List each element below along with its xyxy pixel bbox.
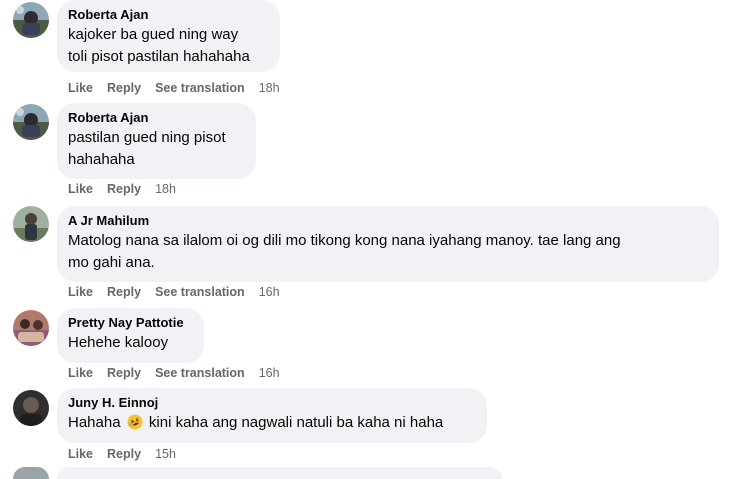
comment-text-line: Hehehe kalooy — [68, 334, 169, 351]
comment-actions: Like Reply See translation 18h — [68, 80, 280, 96]
comment-text-line: toli pisot pastilan hahahaha — [68, 48, 250, 65]
comment-text-after-emoji: kini kaha ang nagwali natuli ba kaha ni … — [148, 414, 444, 431]
comment-actions: Like Reply 18h — [68, 181, 176, 197]
comment-author-name[interactable]: A Jr Mahilum — [68, 213, 707, 229]
reply-button[interactable]: Reply — [107, 182, 141, 196]
profile-photo-avatar[interactable] — [13, 2, 49, 38]
comment-author-name[interactable]: Juny H. Einnoj — [68, 395, 475, 411]
comment-text-line: Matolog nana sa ilalom oi og dili mo tik… — [68, 232, 621, 249]
like-button[interactable]: Like — [68, 447, 93, 461]
like-button[interactable]: Like — [68, 366, 93, 380]
comment-text: Matolog nana sa ilalom oi og dili mo tik… — [68, 230, 707, 274]
like-button[interactable]: Like — [68, 182, 93, 196]
comment-text-line: hahahaha — [68, 151, 135, 168]
comment-bubble: Pretty Nay Pattotie Hehehe kalooy — [57, 308, 204, 363]
see-translation-button[interactable]: See translation — [155, 285, 245, 299]
see-translation-button[interactable]: See translation — [155, 81, 245, 95]
next-comment-avatar-peek — [13, 467, 49, 479]
next-comment-bubble-peek — [57, 467, 502, 479]
see-translation-button[interactable]: See translation — [155, 366, 245, 380]
comment-timestamp[interactable]: 18h — [155, 182, 176, 196]
reply-button[interactable]: Reply — [107, 366, 141, 380]
reply-button[interactable]: Reply — [107, 81, 141, 95]
rolling-on-floor-laughing-emoji-icon — [127, 414, 143, 430]
profile-photo-avatar[interactable] — [13, 104, 49, 140]
profile-photo-avatar[interactable] — [13, 310, 49, 346]
like-button[interactable]: Like — [68, 81, 93, 95]
comment-text: kajoker ba gued ning way toli pisot past… — [68, 24, 268, 68]
comment-timestamp[interactable]: 16h — [259, 366, 280, 380]
like-button[interactable]: Like — [68, 285, 93, 299]
comment-bubble: Roberta Ajan kajoker ba gued ning way to… — [57, 0, 280, 72]
comment-text-line: pastilan gued ning pisot — [68, 129, 226, 146]
comment-text-line: kajoker ba gued ning way — [68, 26, 239, 43]
comment-actions: Like Reply See translation 16h — [68, 284, 280, 300]
comment-bubble: Juny H. Einnoj Hahaha kini kaha ang nagw… — [57, 388, 487, 443]
comment-actions: Like Reply 15h — [68, 446, 176, 462]
comment-text-before-emoji: Hahaha — [68, 414, 121, 431]
reply-button[interactable]: Reply — [107, 285, 141, 299]
comment-bubble: Roberta Ajan pastilan gued ning pisot ha… — [57, 103, 256, 179]
comment-text: Hahaha kini kaha ang nagwali natuli ba k… — [68, 412, 475, 434]
comment-timestamp[interactable]: 15h — [155, 447, 176, 461]
profile-photo-avatar[interactable] — [13, 390, 49, 426]
comment-timestamp[interactable]: 16h — [259, 285, 280, 299]
profile-photo-avatar[interactable] — [13, 206, 49, 242]
comment-actions: Like Reply See translation 16h — [68, 365, 280, 381]
comment-author-name[interactable]: Pretty Nay Pattotie — [68, 315, 192, 331]
reply-button[interactable]: Reply — [107, 447, 141, 461]
comment-text-line: mo gahi ana. — [68, 254, 155, 271]
comment-author-name[interactable]: Roberta Ajan — [68, 7, 268, 23]
comment-timestamp[interactable]: 18h — [259, 81, 280, 95]
comment-author-name[interactable]: Roberta Ajan — [68, 110, 244, 126]
comment-text: pastilan gued ning pisot hahahaha — [68, 127, 244, 171]
comment-text: Hehehe kalooy — [68, 332, 192, 354]
comment-bubble: A Jr Mahilum Matolog nana sa ilalom oi o… — [57, 206, 719, 282]
